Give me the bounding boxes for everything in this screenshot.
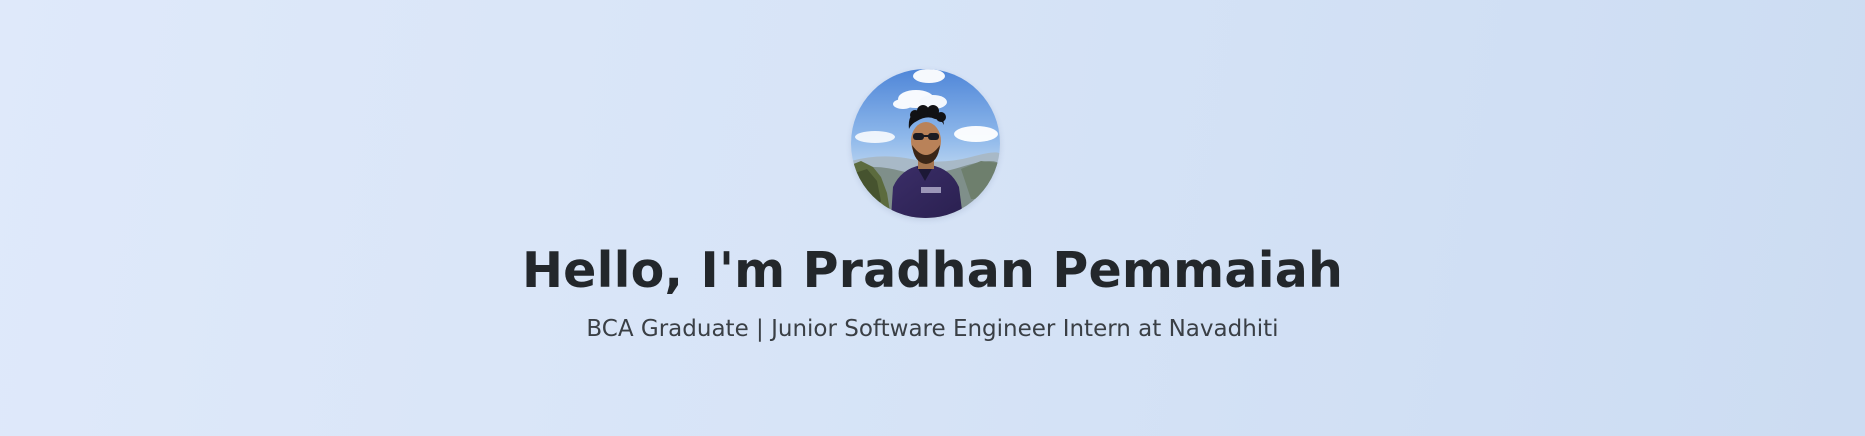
page-title: Hello, I'm Pradhan Pemmaiah [521, 242, 1344, 299]
profile-photo-icon [851, 69, 1000, 218]
profile-avatar [851, 69, 1000, 218]
hero-section: Hello, I'm Pradhan Pemmaiah BCA Graduate… [0, 0, 1865, 436]
page-subtitle: BCA Graduate | Junior Software Engineer … [586, 316, 1279, 342]
